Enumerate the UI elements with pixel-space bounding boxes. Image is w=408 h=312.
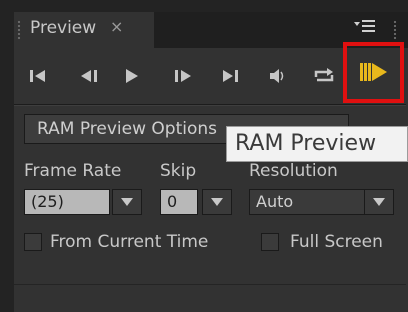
tooltip: RAM Preview xyxy=(226,126,408,162)
full-screen-checkbox[interactable] xyxy=(261,233,279,251)
next-frame-button[interactable] xyxy=(170,64,196,88)
frame-rate-dropdown-button[interactable] xyxy=(112,189,142,215)
chevron-down-icon xyxy=(373,198,385,206)
panel-grip-icon[interactable] xyxy=(17,20,21,40)
full-screen-label: Full Screen xyxy=(290,232,383,252)
bottom-separator xyxy=(14,284,406,285)
last-frame-button[interactable] xyxy=(218,64,242,88)
loop-icon xyxy=(314,68,334,82)
ram-preview-button[interactable] xyxy=(343,42,404,103)
play-pause-icon xyxy=(126,69,138,83)
divider-highlight xyxy=(14,105,406,106)
previous-frame-button[interactable] xyxy=(75,64,103,88)
panel-menu-button[interactable] xyxy=(350,12,380,46)
from-current-time-checkbox[interactable] xyxy=(24,233,42,251)
mute-audio-button[interactable] xyxy=(266,64,290,88)
chevron-down-icon xyxy=(121,198,133,206)
tab-label: Preview xyxy=(30,18,97,38)
panel-grip-right-icon[interactable] xyxy=(393,20,397,40)
resolution-select[interactable]: Auto xyxy=(249,189,366,215)
frame-rate-label: Frame Rate xyxy=(24,161,122,181)
last-frame-icon xyxy=(223,70,238,82)
preview-window: Preview × RAM Preview Options Frame Rate… xyxy=(0,0,408,312)
skip-label: Skip xyxy=(160,161,197,181)
resolution-label: Resolution xyxy=(249,161,338,181)
first-frame-button[interactable] xyxy=(28,64,48,88)
frame-rate-input[interactable]: (25) xyxy=(24,189,110,215)
previous-frame-icon xyxy=(81,70,97,82)
tab-close-button[interactable]: × xyxy=(110,17,123,36)
first-frame-icon xyxy=(30,70,45,82)
resolution-dropdown-button[interactable] xyxy=(364,189,394,215)
next-frame-icon xyxy=(175,70,191,82)
from-current-time-label: From Current Time xyxy=(50,232,209,252)
skip-input[interactable]: 0 xyxy=(160,189,198,215)
skip-dropdown-button[interactable] xyxy=(202,189,232,215)
chevron-down-icon xyxy=(211,198,223,206)
loop-button[interactable] xyxy=(310,64,338,88)
play-button[interactable] xyxy=(120,64,144,88)
panel-menu-icon xyxy=(354,20,375,32)
ram-preview-icon xyxy=(360,63,387,81)
mute-audio-icon xyxy=(270,69,284,83)
